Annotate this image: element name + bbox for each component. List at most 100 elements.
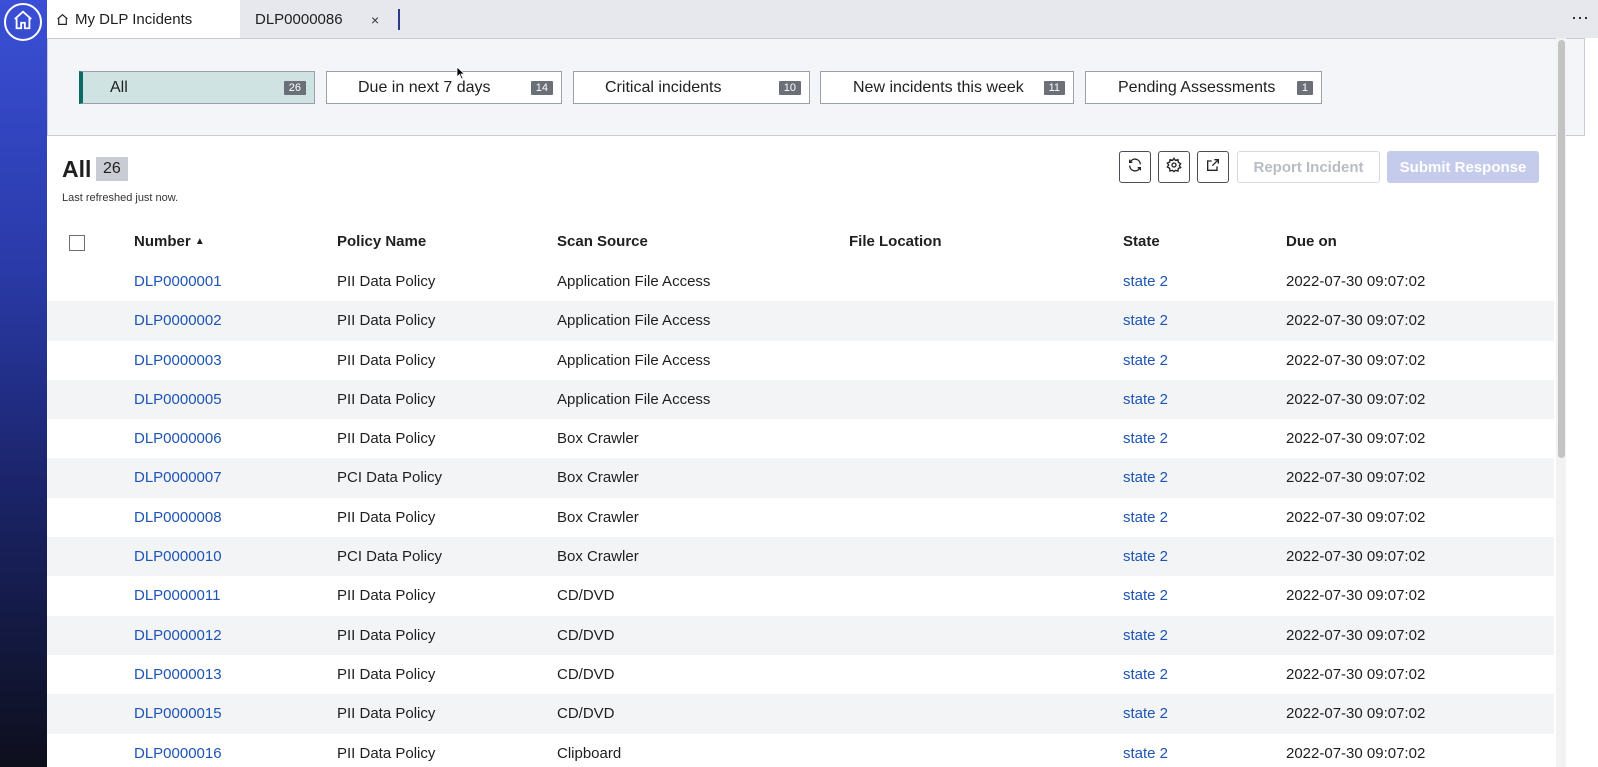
refresh-icon — [1127, 157, 1143, 178]
cell-due-on: 2022-07-30 09:07:02 — [1286, 351, 1426, 369]
cell-due-on: 2022-07-30 09:07:02 — [1286, 430, 1426, 448]
cell-number[interactable]: DLP0000016 — [134, 745, 222, 762]
cell-number[interactable]: DLP0000010 — [134, 548, 222, 565]
filter-count: 26 — [283, 80, 306, 95]
cell-scan-source: CD/DVD — [557, 665, 615, 683]
cell-number[interactable]: DLP0000013 — [134, 666, 222, 683]
table-row[interactable]: DLP0000008 PII Data Policy Box Crawler stat… — [47, 498, 1554, 537]
cell-due-on: 2022-07-30 09:07:02 — [1286, 312, 1426, 330]
cell-policy-name: PII Data Policy — [337, 312, 436, 330]
cell-number[interactable]: DLP0000015 — [134, 705, 222, 722]
mouse-cursor-icon — [456, 66, 466, 85]
cell-due-on: 2022-07-30 09:07:02 — [1286, 469, 1426, 487]
cell-number[interactable]: DLP0000012 — [134, 627, 222, 644]
cell-number[interactable]: DLP0000007 — [134, 469, 222, 486]
submit-response-button[interactable]: Submit Response — [1387, 151, 1539, 183]
table-row[interactable]: DLP0000003 PII Data Policy Application Fil… — [47, 341, 1554, 380]
column-header-policy-name[interactable]: Policy Name — [337, 233, 426, 250]
cell-due-on: 2022-07-30 09:07:02 — [1286, 626, 1426, 644]
table-row[interactable]: DLP0000011 PII Data Policy CD/DVD state 2 20… — [47, 576, 1554, 615]
cell-due-on: 2022-07-30 09:07:02 — [1286, 548, 1426, 566]
list-count-badge: 26 — [96, 157, 128, 181]
cell-state[interactable]: state 2 — [1123, 587, 1168, 604]
cell-state[interactable]: state 2 — [1123, 352, 1168, 369]
more-icon[interactable]: ⋯ — [1571, 8, 1590, 29]
incident-table-body: DLP0000001 PII Data Policy Application Fil… — [47, 262, 1554, 767]
filter-label: Critical incidents — [605, 78, 722, 96]
table-row[interactable]: DLP0000006 PII Data Policy Box Crawler stat… — [47, 419, 1554, 458]
table-row[interactable]: DLP0000013 PII Data Policy CD/DVD state 2 20… — [47, 655, 1554, 694]
cell-state[interactable]: state 2 — [1123, 469, 1168, 486]
filter-count: 1 — [1296, 80, 1313, 95]
cell-number[interactable]: DLP0000001 — [134, 273, 222, 290]
export-icon — [1205, 157, 1221, 178]
filter-card-pending-assessments[interactable]: Pending Assessments 1 — [1085, 71, 1322, 104]
cell-scan-source: CD/DVD — [557, 705, 615, 723]
home-button[interactable] — [4, 3, 42, 41]
filter-card-due-next-7-days[interactable]: Due in next 7 days 14 — [326, 71, 562, 104]
table-row[interactable]: DLP0000005 PII Data Policy Application Fil… — [47, 379, 1554, 420]
cell-number[interactable]: DLP0000011 — [134, 587, 220, 604]
filter-label: Pending Assessments — [1118, 78, 1276, 96]
left-rail — [0, 0, 47, 767]
filter-label: Due in next 7 days — [358, 78, 491, 96]
cell-number[interactable]: DLP0000008 — [134, 509, 222, 526]
settings-button[interactable] — [1158, 151, 1190, 183]
table-row[interactable]: DLP0000012 PII Data Policy CD/DVD state 2 20… — [47, 615, 1554, 655]
cell-policy-name: PII Data Policy — [337, 430, 436, 448]
filter-label: New incidents this week — [853, 78, 1024, 96]
cell-due-on: 2022-07-30 09:07:02 — [1286, 744, 1426, 762]
refresh-button[interactable] — [1119, 151, 1151, 183]
cell-due-on: 2022-07-30 09:07:02 — [1286, 665, 1426, 683]
cell-policy-name: PII Data Policy — [337, 587, 436, 605]
gear-icon — [1166, 156, 1182, 178]
filter-count: 14 — [530, 80, 553, 95]
cell-number[interactable]: DLP0000003 — [134, 352, 222, 369]
table-row[interactable]: DLP0000010 PCI Data Policy Box Crawler stat… — [47, 537, 1554, 577]
list-title: All — [62, 156, 92, 182]
table-row[interactable]: DLP0000007 PCI Data Policy Box Crawler stat… — [47, 458, 1554, 498]
table-row[interactable]: DLP0000016 PII Data Policy Clipboard state … — [47, 734, 1554, 767]
cell-policy-name: PII Data Policy — [337, 508, 436, 526]
home-icon — [12, 9, 34, 36]
cell-state[interactable]: state 2 — [1123, 666, 1168, 683]
report-incident-button[interactable]: Report Incident — [1237, 151, 1380, 183]
column-header-number[interactable]: Number ▲ — [134, 233, 205, 250]
last-refreshed-text: Last refreshed just now. — [62, 192, 179, 204]
cell-scan-source: CD/DVD — [557, 626, 615, 644]
filter-card-critical-incidents[interactable]: Critical incidents 10 — [573, 71, 810, 104]
column-header-scan-source[interactable]: Scan Source — [557, 233, 648, 250]
tab-dlp0000086[interactable]: DLP0000086 — [255, 0, 405, 38]
cell-state[interactable]: state 2 — [1123, 273, 1168, 290]
cell-number[interactable]: DLP0000005 — [134, 391, 222, 408]
cell-due-on: 2022-07-30 09:07:02 — [1286, 508, 1426, 526]
tab-divider — [398, 9, 400, 30]
export-button[interactable] — [1197, 151, 1229, 183]
filter-card-new-this-week[interactable]: New incidents this week 11 — [820, 71, 1074, 104]
tab-my-dlp-incidents[interactable]: My DLP Incidents — [47, 0, 240, 38]
cell-number[interactable]: DLP0000002 — [134, 312, 222, 329]
sort-ascending-icon: ▲ — [194, 236, 205, 247]
cell-state[interactable]: state 2 — [1123, 705, 1168, 722]
close-icon[interactable]: × — [371, 12, 379, 28]
table-row[interactable]: DLP0000001 PII Data Policy Application Fil… — [47, 262, 1554, 301]
cell-state[interactable]: state 2 — [1123, 745, 1168, 762]
column-header-due-on[interactable]: Due on — [1286, 233, 1337, 250]
cell-state[interactable]: state 2 — [1123, 548, 1168, 565]
select-all-checkbox[interactable] — [69, 235, 85, 251]
filter-card-all[interactable]: All 26 — [79, 71, 315, 104]
table-row[interactable]: DLP0000002 PII Data Policy Application Fil… — [47, 301, 1554, 341]
cell-state[interactable]: state 2 — [1123, 391, 1168, 408]
cell-state[interactable]: state 2 — [1123, 430, 1168, 447]
vertical-scrollbar[interactable] — [1556, 38, 1566, 767]
cell-state[interactable]: state 2 — [1123, 312, 1168, 329]
cell-scan-source: Box Crawler — [557, 548, 639, 566]
cell-state[interactable]: state 2 — [1123, 509, 1168, 526]
column-header-state[interactable]: State — [1123, 233, 1160, 250]
column-header-file-location[interactable]: File Location — [849, 233, 942, 250]
scrollbar-thumb[interactable] — [1558, 40, 1565, 458]
cell-state[interactable]: state 2 — [1123, 627, 1168, 644]
cell-number[interactable]: DLP0000006 — [134, 430, 222, 447]
cell-scan-source: Box Crawler — [557, 469, 639, 487]
table-row[interactable]: DLP0000015 PII Data Policy CD/DVD state 2 20… — [47, 694, 1554, 734]
